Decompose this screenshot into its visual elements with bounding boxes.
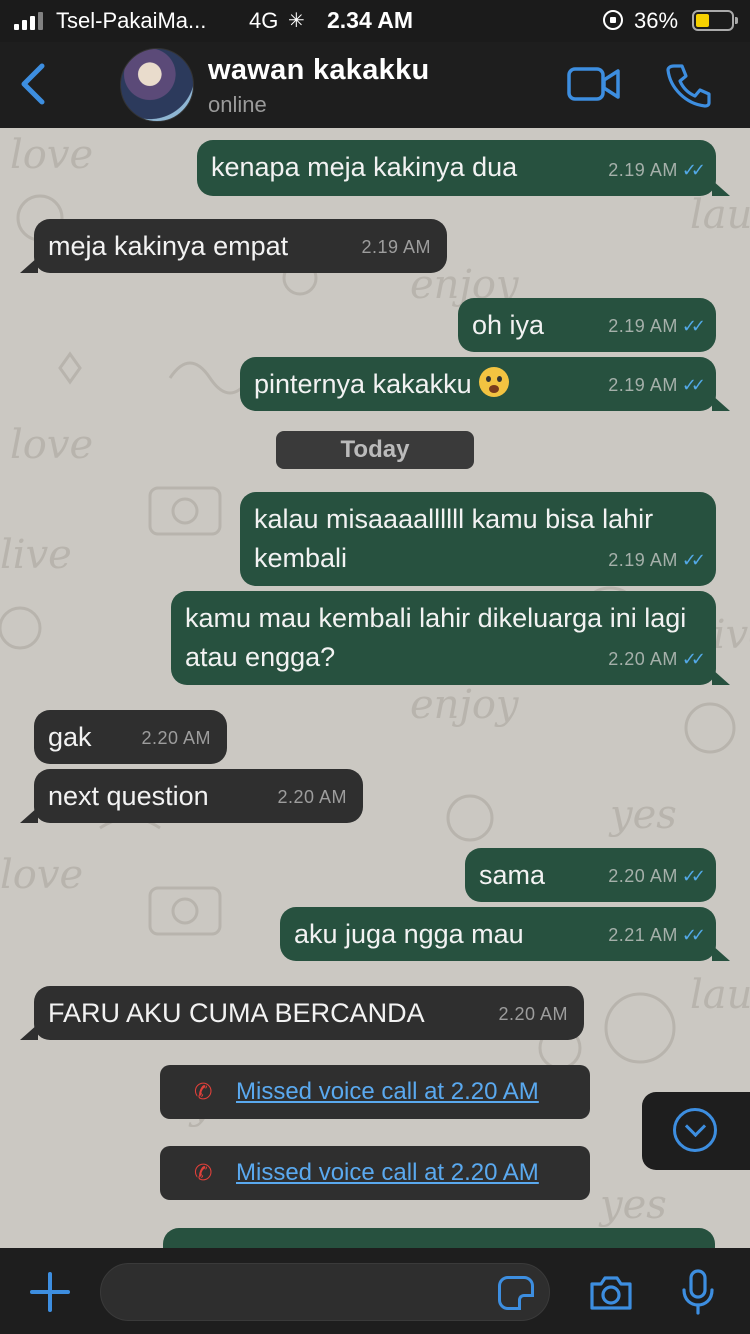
contact-name[interactable]: wawan kakakku: [208, 54, 430, 87]
missed-call-icon: ✆: [194, 1160, 213, 1185]
message-bubble-incoming[interactable]: meja kakinya empat 2.19 AM: [20, 219, 447, 273]
contact-avatar[interactable]: [120, 48, 194, 122]
sticker-icon[interactable]: [498, 1276, 534, 1310]
read-ticks-icon: ✓✓: [681, 160, 706, 180]
status-bar: Tsel-PakaiMa... 4G ✳ 2.34 AM 36%: [0, 0, 750, 42]
message-bubble-outgoing[interactable]: kenapa meja kakinya dua 2.19 AM ✓✓: [197, 140, 730, 196]
message-time: 2.20 AM: [608, 866, 678, 886]
message-bubble-incoming[interactable]: FARU AKU CUMA BERCANDA 2.20 AM: [20, 986, 584, 1040]
back-chevron-icon[interactable]: [14, 60, 54, 108]
carrier-name: Tsel-PakaiMa...: [56, 8, 207, 33]
battery-percent: 36%: [634, 8, 679, 33]
chat-header: wawan kakakku online: [0, 42, 750, 128]
message-text: gak: [48, 722, 92, 752]
network-type: 4G: [249, 8, 279, 33]
message-meta: 2.19 AM ✓✓: [608, 151, 706, 190]
read-ticks-icon: ✓✓: [681, 925, 706, 945]
scroll-to-bottom-button[interactable]: [642, 1092, 750, 1170]
message-bubble-outgoing[interactable]: sama 2.20 AM ✓✓: [465, 848, 716, 902]
message-text: kalau misaaaallllll kamu bisa lahir kemb…: [254, 504, 654, 573]
screaming-cat-emoji-icon: [479, 367, 510, 397]
missed-call-link[interactable]: Missed voice call at 2.20 AM: [236, 1159, 539, 1187]
message-time: 2.19 AM: [608, 550, 678, 570]
day-divider: Today: [276, 431, 474, 469]
signal-strength-icon: [14, 12, 43, 30]
message-meta: 2.19 AM ✓✓: [608, 307, 706, 346]
message-input[interactable]: [100, 1263, 550, 1321]
missed-call-link[interactable]: Missed voice call at 2.20 AM: [236, 1078, 539, 1106]
svg-text:live: live: [0, 532, 72, 578]
message-time: 2.21 AM: [608, 925, 678, 945]
message-meta: 2.21 AM ✓✓: [608, 916, 706, 955]
message-time: 2.20 AM: [141, 728, 211, 748]
message-meta: 2.19 AM ✓✓: [608, 541, 706, 580]
message-bubble-incoming[interactable]: gak 2.20 AM: [34, 710, 227, 764]
message-bubble-outgoing[interactable]: pinternya kakakku 2.19 AM ✓✓: [240, 357, 730, 411]
rotation-lock-icon: [603, 10, 623, 30]
video-call-icon[interactable]: [566, 64, 622, 104]
read-ticks-icon: ✓✓: [681, 649, 706, 669]
missed-call-icon: ✆: [194, 1079, 213, 1104]
svg-text:laugh: laugh: [690, 192, 750, 238]
message-bubble-outgoing[interactable]: kamu mau kembali lahir dikeluarga ini la…: [171, 591, 730, 685]
message-time: 2.19 AM: [608, 316, 678, 336]
message-text: oh iya: [472, 310, 545, 340]
message-text: pinternya kakakku: [254, 369, 472, 399]
message-meta: 2.20 AM ✓✓: [608, 640, 706, 679]
voice-call-icon[interactable]: [664, 62, 712, 108]
message-bubble-outgoing-partial[interactable]: [163, 1228, 715, 1248]
add-attachment-icon[interactable]: [28, 1270, 72, 1314]
svg-text:yes: yes: [608, 792, 677, 838]
svg-text:laugh: laugh: [690, 972, 750, 1018]
status-time: 2.34 AM: [327, 7, 414, 33]
svg-text:enjoy: enjoy: [410, 682, 520, 728]
message-meta: 2.20 AM: [141, 719, 211, 758]
message-bubble-outgoing[interactable]: aku juga ngga mau 2.21 AM ✓✓: [280, 907, 730, 961]
message-meta: 2.20 AM ✓✓: [608, 857, 706, 896]
message-bubble-incoming[interactable]: next question 2.20 AM: [20, 769, 363, 823]
contact-presence: online: [208, 92, 267, 117]
activity-spinner-icon: ✳: [288, 10, 305, 32]
message-bubble-outgoing[interactable]: kalau misaaaallllll kamu bisa lahir kemb…: [240, 492, 716, 586]
missed-call-note[interactable]: ✆ Missed voice call at 2.20 AM: [160, 1146, 590, 1200]
message-meta: 2.20 AM: [277, 778, 347, 817]
svg-text:love: love: [10, 132, 93, 178]
microphone-icon[interactable]: [678, 1268, 718, 1316]
svg-text:love: love: [0, 852, 83, 898]
message-time: 2.19 AM: [608, 160, 678, 180]
battery-fill: [696, 14, 709, 27]
camera-icon[interactable]: [588, 1274, 634, 1312]
message-time: 2.20 AM: [277, 787, 347, 807]
message-text: meja kakinya empat: [48, 231, 289, 261]
svg-text:yes: yes: [598, 1182, 667, 1228]
input-bar: [0, 1248, 750, 1334]
message-meta: 2.19 AM: [361, 228, 431, 267]
battery-icon: [692, 10, 738, 31]
message-meta: 2.19 AM ✓✓: [608, 366, 706, 405]
read-ticks-icon: ✓✓: [681, 316, 706, 336]
message-text: aku juga ngga mau: [294, 919, 524, 949]
message-text: next question: [48, 781, 209, 811]
message-text: kenapa meja kakinya dua: [211, 152, 518, 182]
message-bubble-outgoing[interactable]: oh iya 2.19 AM ✓✓: [458, 298, 716, 352]
missed-call-note[interactable]: ✆ Missed voice call at 2.20 AM: [160, 1065, 590, 1119]
message-text: sama: [479, 860, 546, 890]
svg-text:love: love: [10, 422, 93, 468]
chevron-down-icon: [673, 1108, 717, 1152]
message-time: 2.20 AM: [608, 649, 678, 669]
read-ticks-icon: ✓✓: [681, 866, 706, 886]
read-ticks-icon: ✓✓: [681, 375, 706, 395]
message-time: 2.19 AM: [361, 237, 431, 257]
message-time: 2.20 AM: [498, 1004, 568, 1024]
read-ticks-icon: ✓✓: [681, 550, 706, 570]
message-time: 2.19 AM: [608, 375, 678, 395]
message-meta: 2.20 AM: [498, 995, 568, 1034]
message-text: FARU AKU CUMA BERCANDA: [48, 998, 425, 1028]
chat-area[interactable]: lovelaughlove livelivelove laughenjoyenj…: [0, 128, 750, 1248]
